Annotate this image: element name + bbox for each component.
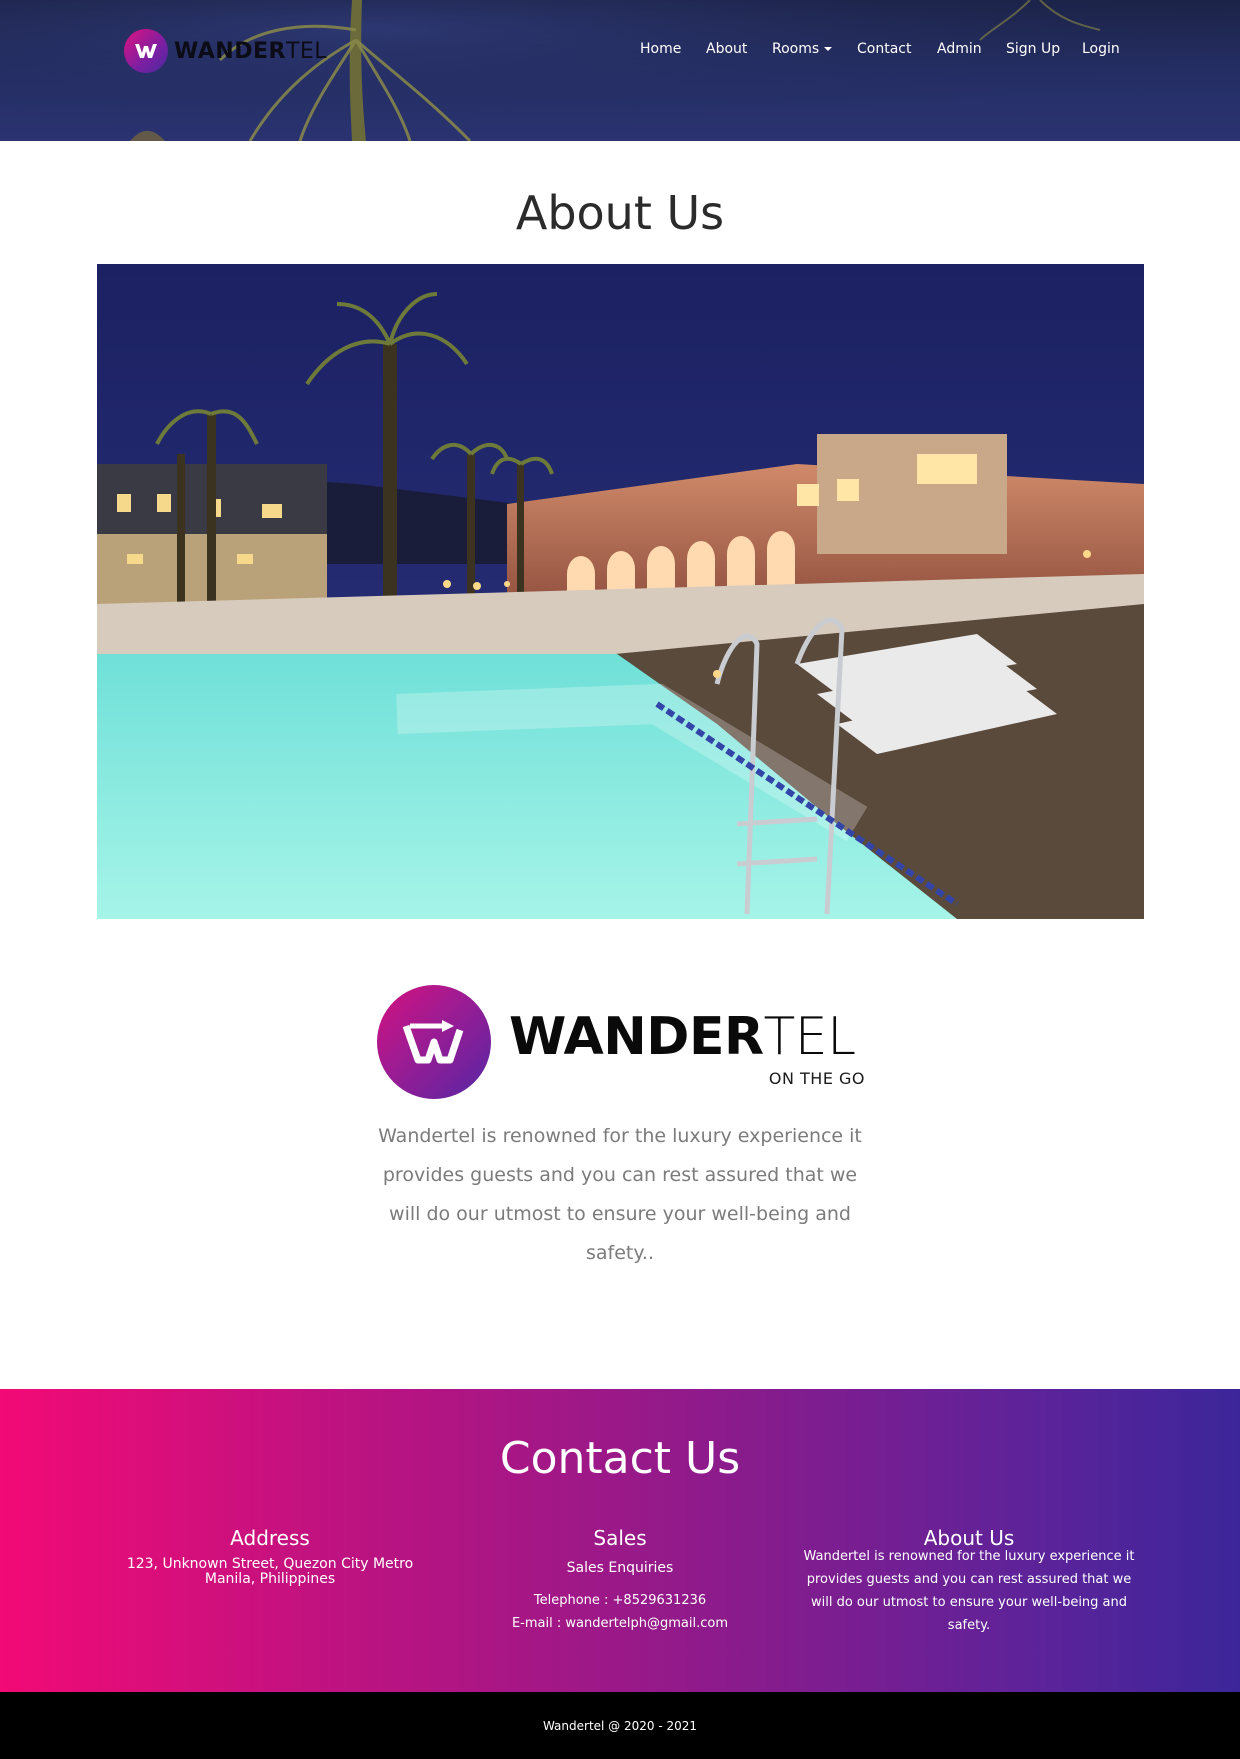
about-title: About Us <box>515 186 725 240</box>
about-column: About Us Wandertel is renowned for the l… <box>800 1525 1138 1637</box>
logo-wordmark: WANDERTEL <box>509 1007 856 1067</box>
logo-tagline: ON THE GO <box>768 1069 865 1088</box>
wandertel-logo: WANDERTEL ON THE GO <box>377 985 865 1099</box>
about-description: Wandertel is renowned for the luxury exp… <box>378 1125 862 1264</box>
contact-section: Contact Us Address 123, Unknown Street, … <box>0 1389 1240 1692</box>
address-column: Address 123, Unknown Street, Quezon City… <box>120 1525 420 1587</box>
sales-telephone: Telephone : +8529631236 <box>533 1593 707 1608</box>
nav-admin[interactable]: Admin <box>937 41 982 57</box>
sales-email[interactable]: E-mail : wandertelph@gmail.com <box>470 1612 770 1635</box>
nav-login[interactable]: Login <box>1082 41 1120 57</box>
caret-down-icon <box>824 47 833 51</box>
nav-home[interactable]: Home <box>640 41 681 57</box>
sales-column: Sales Sales Enquiries Telephone : +85296… <box>470 1525 770 1635</box>
hotel-pool-image <box>97 264 1144 919</box>
sales-subheading: Sales Enquiries <box>566 1560 674 1576</box>
nav-contact[interactable]: Contact <box>857 41 911 57</box>
sales-heading: Sales <box>593 1526 647 1550</box>
about-column-text: Wandertel is renowned for the luxury exp… <box>803 1549 1135 1633</box>
address-text: 123, Unknown Street, Quezon City Metro M… <box>126 1556 414 1587</box>
site-header: WANDERTEL Home About Rooms Contact Admin… <box>0 0 1240 141</box>
footer-copyright: Wandertel @ 2020 - 2021 <box>542 1718 698 1733</box>
site-footer: Wandertel @ 2020 - 2021 <box>0 1692 1240 1759</box>
nav-about[interactable]: About <box>706 41 747 57</box>
contact-title: Contact Us <box>499 1433 741 1484</box>
main-nav: Home About Rooms Contact Admin Sign Up L… <box>0 41 1240 63</box>
address-heading: Address <box>230 1526 310 1550</box>
logo-mark-icon <box>377 985 491 1099</box>
nav-rooms[interactable]: Rooms <box>772 41 833 57</box>
nav-rooms-label: Rooms <box>772 41 820 57</box>
nav-sign-up[interactable]: Sign Up <box>1006 41 1060 57</box>
